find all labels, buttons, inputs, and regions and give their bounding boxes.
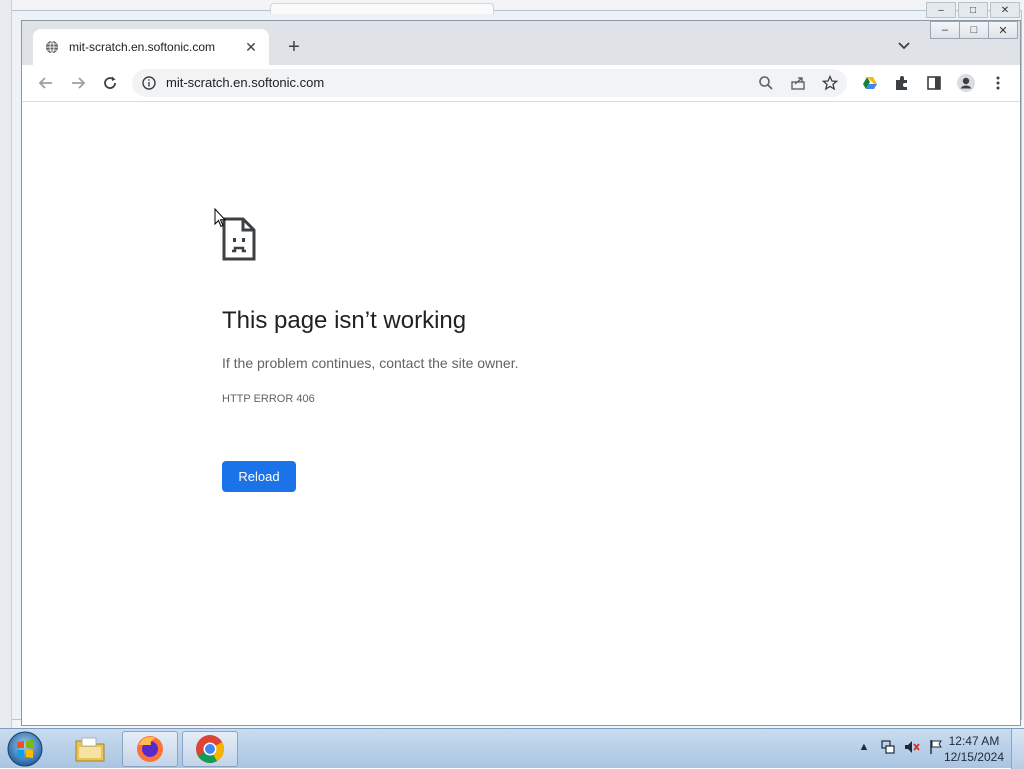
forward-button[interactable] [68,73,88,93]
folder-icon [75,737,105,762]
arrow-right-icon [72,77,86,89]
maximize-icon[interactable]: □ [959,21,989,39]
minimize-icon[interactable]: – [930,21,960,39]
reload-button[interactable]: Reload [222,461,296,492]
browser-window: mit-scratch.en.softonic.com ✕ + – □ ✕ mi… [21,20,1021,726]
minimize-icon[interactable]: – [926,2,956,18]
volume-muted-icon[interactable] [904,739,920,755]
menu-button[interactable] [988,73,1008,93]
close-icon[interactable]: ✕ [988,21,1018,39]
firefox-icon [137,736,163,762]
network-icon[interactable] [880,739,896,755]
extensions-button[interactable] [892,73,912,93]
window-controls: – □ ✕ [930,21,1018,39]
page-content: This page isn’t working If the problem c… [22,102,1020,725]
reload-toolbar-button[interactable] [100,73,120,93]
tab-active[interactable]: mit-scratch.en.softonic.com ✕ [33,29,269,65]
background-window-tab[interactable] [270,3,494,14]
puzzle-icon [896,76,907,90]
side-panel-icon [927,76,941,90]
side-panel-button[interactable] [924,73,944,93]
arrow-left-icon [38,77,52,89]
show-desktop-button[interactable] [1011,729,1024,769]
chrome-icon [196,735,224,763]
tab-title: mit-scratch.en.softonic.com [69,40,216,54]
refresh-icon [104,76,116,89]
system-tray: ▲ [856,739,944,755]
back-button[interactable] [36,73,56,93]
page-title: This page isn’t working [222,307,467,334]
taskbar-firefox[interactable] [122,731,178,767]
mouse-cursor-icon [214,208,226,228]
start-button-icon[interactable] [6,730,44,768]
maximize-icon[interactable]: □ [958,2,988,18]
google-drive-icon [863,77,877,89]
action-center-flag-icon[interactable] [928,739,944,755]
show-hidden-icons-icon[interactable]: ▲ [856,739,872,755]
google-drive-extension-button[interactable] [860,73,880,93]
info-icon[interactable] [142,76,156,90]
zoom-search-icon[interactable] [758,75,774,91]
tab-strip: mit-scratch.en.softonic.com ✕ + – □ ✕ [22,21,1020,65]
taskbar-chrome[interactable] [182,731,238,767]
error-code: HTTP ERROR 406 [222,393,315,405]
taskbar-file-explorer[interactable] [62,731,118,767]
background-window-edge [0,0,12,728]
avatar-icon [957,74,975,92]
kebab-menu-icon [996,76,1000,90]
clock-time: 12:47 AM [948,734,1000,748]
error-message: If the problem continues, contact the si… [222,355,519,371]
clock-date: 12/15/2024 [943,750,1004,764]
chevron-down-icon[interactable] [896,39,912,53]
url-text[interactable]: mit-scratch.en.softonic.com [166,75,324,90]
globe-icon [45,40,59,54]
background-window-controls: – □ ✕ [926,2,1020,18]
taskbar: ▲ 12:47 AM 12/15/2024 [0,728,1024,769]
address-bar[interactable]: mit-scratch.en.softonic.com [132,69,847,97]
close-icon[interactable]: ✕ [990,2,1020,18]
share-icon[interactable] [790,75,806,91]
sad-file-icon [222,217,256,261]
tab-close-icon[interactable]: ✕ [243,39,259,55]
star-icon[interactable] [822,75,838,91]
taskbar-clock[interactable]: 12:47 AM 12/15/2024 [944,733,1004,765]
profile-button[interactable] [956,73,976,93]
new-tab-button[interactable]: + [284,37,304,57]
toolbar: mit-scratch.en.softonic.com [22,65,1020,102]
